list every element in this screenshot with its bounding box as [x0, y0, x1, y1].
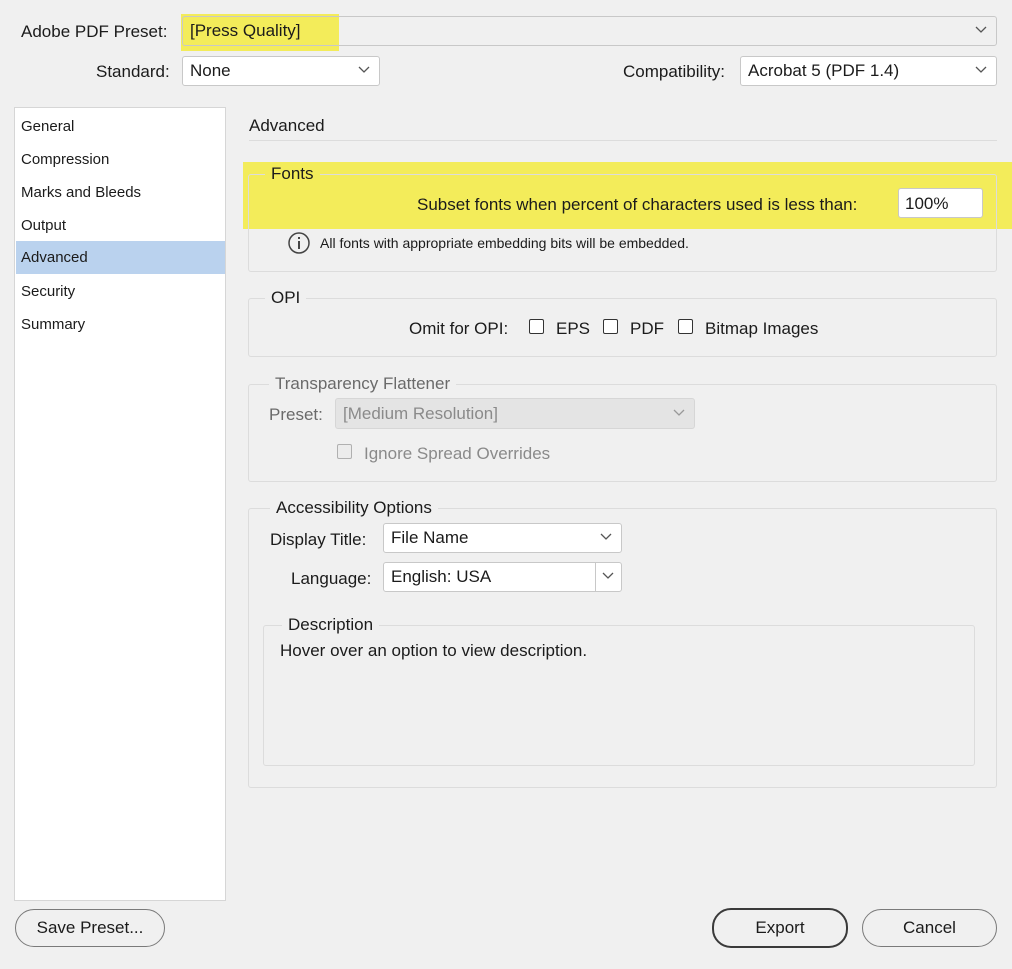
- transparency-legend: Transparency Flattener: [269, 374, 457, 394]
- sidebar-item-compression[interactable]: Compression: [16, 143, 225, 176]
- title-divider: [249, 140, 997, 141]
- display-title-value: File Name: [391, 528, 469, 547]
- export-button[interactable]: Export: [712, 908, 848, 948]
- cancel-button[interactable]: Cancel: [862, 909, 997, 947]
- language-value: English: USA: [391, 567, 492, 586]
- chevron-down-icon: [975, 26, 987, 33]
- save-preset-button[interactable]: Save Preset...: [15, 909, 165, 947]
- sidebar: General Compression Marks and Bleeds Out…: [14, 107, 226, 901]
- ignore-spread-overrides-checkbox[interactable]: [337, 444, 352, 459]
- sidebar-item-output[interactable]: Output: [16, 209, 225, 242]
- description-legend: Description: [282, 615, 380, 635]
- preset-label: Adobe PDF Preset:: [21, 22, 168, 41]
- opi-legend: OPI: [265, 288, 307, 308]
- language-label: Language:: [291, 569, 372, 588]
- compatibility-dropdown[interactable]: Acrobat 5 (PDF 1.4): [740, 56, 997, 86]
- standard-value: None: [190, 61, 231, 80]
- chevron-down-icon: [602, 572, 614, 579]
- subset-fonts-input[interactable]: 100%: [898, 188, 983, 218]
- fonts-group: [248, 174, 997, 272]
- eps-label: EPS: [556, 319, 591, 338]
- standard-label: Standard:: [96, 62, 170, 81]
- sidebar-item-security[interactable]: Security: [16, 275, 225, 308]
- chevron-down-icon: [358, 66, 370, 73]
- pdf-label: PDF: [630, 319, 664, 338]
- transparency-preset-value: [Medium Resolution]: [343, 403, 498, 423]
- compatibility-value: Acrobat 5 (PDF 1.4): [748, 61, 900, 80]
- fonts-info-text: All fonts with appropriate embedding bit…: [320, 235, 689, 251]
- sidebar-item-general[interactable]: General: [16, 110, 225, 143]
- transparency-preset-label: Preset:: [269, 405, 323, 424]
- pdf-checkbox[interactable]: [603, 319, 618, 334]
- preset-dropdown[interactable]: [Press Quality]: [182, 16, 997, 46]
- opi-group: [248, 298, 997, 357]
- language-combobox[interactable]: English: USA: [383, 562, 622, 592]
- preset-value: [Press Quality]: [190, 21, 301, 40]
- sidebar-item-marks-and-bleeds[interactable]: Marks and Bleeds: [16, 176, 225, 209]
- ignore-spread-overrides-label: Ignore Spread Overrides: [364, 444, 551, 463]
- display-title-dropdown[interactable]: File Name: [383, 523, 622, 553]
- chevron-down-icon: [975, 66, 987, 73]
- compatibility-label: Compatibility:: [623, 62, 726, 81]
- standard-dropdown[interactable]: None: [182, 56, 380, 86]
- display-title-label: Display Title:: [270, 530, 367, 549]
- accessibility-legend: Accessibility Options: [270, 498, 438, 518]
- sidebar-item-advanced[interactable]: Advanced: [16, 241, 225, 274]
- fonts-legend: Fonts: [265, 164, 320, 184]
- transparency-preset-dropdown[interactable]: [Medium Resolution]: [335, 398, 695, 429]
- eps-checkbox[interactable]: [529, 319, 544, 334]
- bitmap-images-label: Bitmap Images: [705, 319, 819, 338]
- panel-title: Advanced: [249, 116, 325, 135]
- sidebar-item-summary[interactable]: Summary: [16, 308, 225, 341]
- description-text: Hover over an option to view description…: [280, 641, 588, 660]
- chevron-down-icon: [673, 409, 685, 416]
- omit-for-opi-label: Omit for OPI:: [409, 319, 509, 338]
- subset-fonts-label: Subset fonts when percent of characters …: [417, 195, 858, 214]
- info-icon: [288, 232, 310, 254]
- chevron-down-icon: [600, 533, 612, 540]
- bitmap-images-checkbox[interactable]: [678, 319, 693, 334]
